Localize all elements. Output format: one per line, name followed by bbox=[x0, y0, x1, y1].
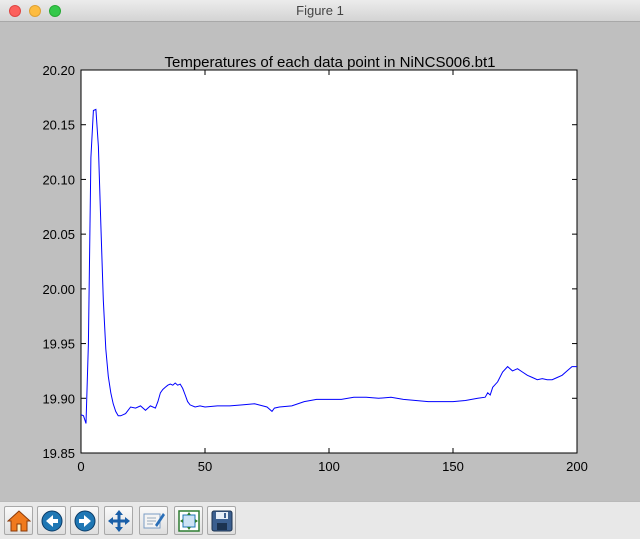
save-button[interactable] bbox=[207, 506, 236, 535]
y-tick-label: 20.05 bbox=[42, 227, 75, 242]
y-tick-label: 19.85 bbox=[42, 446, 75, 461]
x-tick-label: 50 bbox=[198, 459, 212, 474]
y-tick-label: 20.10 bbox=[42, 172, 75, 187]
forward-button[interactable] bbox=[70, 506, 99, 535]
y-tick-label: 19.95 bbox=[42, 337, 75, 352]
configure-subplots-button[interactable] bbox=[174, 506, 203, 535]
zoom-rect-icon bbox=[143, 513, 165, 529]
y-tick-label: 19.90 bbox=[42, 391, 75, 406]
window-titlebar: Figure 1 bbox=[0, 0, 640, 22]
navigation-toolbar bbox=[0, 501, 640, 539]
back-button[interactable] bbox=[37, 506, 66, 535]
pan-button[interactable] bbox=[104, 506, 133, 535]
x-tick-label: 0 bbox=[77, 459, 84, 474]
back-arrow-icon bbox=[41, 510, 63, 532]
configure-subplots-icon bbox=[178, 510, 200, 532]
save-icon bbox=[211, 510, 233, 532]
pan-icon bbox=[108, 510, 130, 532]
chart-title: Temperatures of each data point in NiNCS… bbox=[164, 54, 495, 71]
window-title: Figure 1 bbox=[296, 3, 344, 18]
zoom-rect-button[interactable] bbox=[139, 506, 168, 535]
home-icon bbox=[7, 510, 31, 532]
home-button[interactable] bbox=[4, 506, 33, 535]
figure-canvas: Temperatures of each data point in NiNCS… bbox=[42, 54, 588, 474]
x-tick-label: 150 bbox=[442, 459, 464, 474]
y-tick-label: 20.00 bbox=[42, 282, 75, 297]
forward-arrow-icon bbox=[74, 510, 96, 532]
x-tick-label: 200 bbox=[566, 459, 588, 474]
y-tick-label: 20.20 bbox=[42, 63, 75, 78]
y-tick-label: 20.15 bbox=[42, 118, 75, 133]
x-tick-label: 100 bbox=[318, 459, 340, 474]
plot-area bbox=[80, 69, 578, 454]
